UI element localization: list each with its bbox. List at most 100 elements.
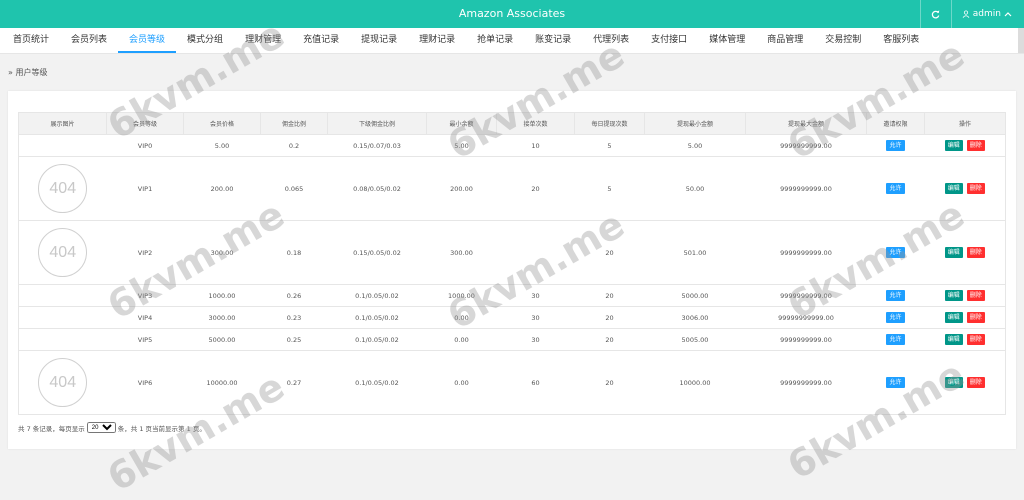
cell-price: 300.00 bbox=[183, 220, 261, 285]
cell-sub-rate: 0.1/0.05/0.02 bbox=[327, 284, 427, 307]
nav-tab[interactable]: 提现记录 bbox=[350, 28, 408, 53]
delete-button[interactable]: 删除 bbox=[966, 247, 985, 258]
user-menu[interactable]: admin bbox=[950, 0, 1024, 28]
cell-max-withdraw: 9999999999.00 bbox=[745, 156, 867, 221]
column-header: 最小余额 bbox=[426, 112, 497, 135]
cell-min-balance: 0.00 bbox=[426, 328, 497, 351]
column-header: 展示图片 bbox=[18, 112, 107, 135]
nav-tab[interactable]: 充值记录 bbox=[292, 28, 350, 53]
nav-tab[interactable]: 代理列表 bbox=[582, 28, 640, 53]
cell-withdraw-times: 20 bbox=[574, 306, 645, 329]
cell-orders: 30 bbox=[496, 328, 575, 351]
cell-price: 5000.00 bbox=[183, 328, 261, 351]
cell-actions: 编辑 删除 bbox=[924, 328, 1006, 351]
user-icon bbox=[962, 10, 970, 18]
nav-tab[interactable]: 会员列表 bbox=[60, 28, 118, 53]
cell-actions: 编辑 删除 bbox=[924, 284, 1006, 307]
table-row: 404 VIP2 300.00 0.18 0.15/0.05/0.02 300.00 20 5… bbox=[18, 220, 1006, 285]
nav-tab[interactable]: 理财记录 bbox=[408, 28, 466, 53]
edit-button[interactable]: 编辑 bbox=[944, 290, 963, 301]
cell-actions: 编辑 删除 bbox=[924, 156, 1006, 221]
column-header: 下级佣金比例 bbox=[327, 112, 427, 135]
nav-tab[interactable]: 理财管理 bbox=[234, 28, 292, 53]
column-header: 佣金比例 bbox=[260, 112, 328, 135]
cell-invite: 允许 bbox=[866, 284, 925, 307]
delete-button[interactable]: 删除 bbox=[966, 140, 985, 151]
delete-button[interactable]: 删除 bbox=[966, 377, 985, 388]
allow-button[interactable]: 允许 bbox=[886, 183, 905, 194]
cell-rate: 0.26 bbox=[260, 284, 328, 307]
nav-tab[interactable]: 客服列表 bbox=[872, 28, 930, 53]
nav-tab[interactable]: 首页统计 bbox=[2, 28, 60, 53]
nav-tab[interactable]: 媒体管理 bbox=[698, 28, 756, 53]
cell-actions: 编辑 删除 bbox=[924, 134, 1006, 157]
edit-button[interactable]: 编辑 bbox=[944, 140, 963, 151]
page-size-select[interactable]: 20 bbox=[86, 422, 116, 433]
cell-rate: 0.23 bbox=[260, 306, 328, 329]
allow-button[interactable]: 允许 bbox=[886, 377, 905, 388]
pager-suffix: 条，共 1 页当前显示第 1 页。 bbox=[117, 424, 206, 433]
double-chevron-right-icon: » bbox=[8, 68, 13, 77]
pagination: 共 7 条记录，每页显示 20 条，共 1 页当前显示第 1 页。 bbox=[18, 422, 206, 433]
image-placeholder: 404 bbox=[38, 358, 88, 407]
cell-orders: 60 bbox=[496, 350, 575, 415]
cell-actions: 编辑 删除 bbox=[924, 220, 1006, 285]
cell-min-withdraw: 10000.00 bbox=[644, 350, 746, 415]
edit-button[interactable]: 编辑 bbox=[944, 377, 963, 388]
nav-tab[interactable]: 账变记录 bbox=[524, 28, 582, 53]
cell-min-balance: 5.00 bbox=[426, 134, 497, 157]
column-header: 操作 bbox=[924, 112, 1006, 135]
cell-price: 3000.00 bbox=[183, 306, 261, 329]
breadcrumb-label: 用户等级 bbox=[15, 68, 48, 77]
cell-level: VIP2 bbox=[106, 220, 184, 285]
column-header: 接单次数 bbox=[496, 112, 575, 135]
nav-tab[interactable]: 模式分组 bbox=[176, 28, 234, 53]
cell-min-withdraw: 501.00 bbox=[644, 220, 746, 285]
nav-tab[interactable]: 支付接口 bbox=[640, 28, 698, 53]
cell-orders: 30 bbox=[496, 284, 575, 307]
allow-button[interactable]: 允许 bbox=[886, 334, 905, 345]
edit-button[interactable]: 编辑 bbox=[944, 312, 963, 323]
cell-rate: 0.065 bbox=[260, 156, 328, 221]
edit-button[interactable]: 编辑 bbox=[944, 183, 963, 194]
cell-level: VIP1 bbox=[106, 156, 184, 221]
cell-min-withdraw: 5.00 bbox=[644, 134, 746, 157]
allow-button[interactable]: 允许 bbox=[886, 290, 905, 301]
edit-button[interactable]: 编辑 bbox=[944, 334, 963, 345]
column-header: 每日提现次数 bbox=[574, 112, 645, 135]
cell-min-balance: 300.00 bbox=[426, 220, 497, 285]
refresh-button[interactable] bbox=[919, 0, 951, 28]
cell-sub-rate: 0.1/0.05/0.02 bbox=[327, 306, 427, 329]
delete-button[interactable]: 删除 bbox=[966, 183, 985, 194]
allow-button[interactable]: 允许 bbox=[886, 312, 905, 323]
breadcrumb: » 用户等级 bbox=[8, 67, 47, 78]
cell-orders: 20 bbox=[496, 156, 575, 221]
allow-button[interactable]: 允许 bbox=[886, 247, 905, 258]
cell-withdraw-times: 20 bbox=[574, 220, 645, 285]
user-name: admin bbox=[972, 9, 1001, 19]
delete-button[interactable]: 删除 bbox=[966, 312, 985, 323]
nav-tab[interactable]: 会员等级 bbox=[118, 28, 177, 53]
nav-tab[interactable]: 商品管理 bbox=[756, 28, 814, 53]
column-header: 会员等级 bbox=[106, 112, 184, 135]
cell-min-balance: 0.00 bbox=[426, 306, 497, 329]
cell-withdraw-times: 5 bbox=[574, 134, 645, 157]
edit-button[interactable]: 编辑 bbox=[944, 247, 963, 258]
main-nav: 首页统计 会员列表 会员等级 模式分组 理财管理 充值记录 提现记录 理财记录 抢单记录 账变记录… bbox=[0, 28, 1024, 54]
nav-scroll-handle[interactable] bbox=[1018, 28, 1024, 53]
cell-withdraw-times: 20 bbox=[574, 284, 645, 307]
allow-button[interactable]: 允许 bbox=[886, 140, 905, 151]
delete-button[interactable]: 删除 bbox=[966, 334, 985, 345]
delete-button[interactable]: 删除 bbox=[966, 290, 985, 301]
nav-tab[interactable]: 抢单记录 bbox=[466, 28, 524, 53]
image-placeholder: 404 bbox=[38, 164, 88, 213]
cell-actions: 编辑 删除 bbox=[924, 306, 1006, 329]
cell-withdraw-times: 20 bbox=[574, 350, 645, 415]
cell-image bbox=[18, 306, 107, 329]
cell-image bbox=[18, 134, 107, 157]
column-header: 提现最大金额 bbox=[745, 112, 867, 135]
nav-tab[interactable]: 交易控制 bbox=[814, 28, 872, 53]
cell-rate: 0.2 bbox=[260, 134, 328, 157]
cell-level: VIP6 bbox=[106, 350, 184, 415]
image-placeholder: 404 bbox=[38, 228, 88, 277]
